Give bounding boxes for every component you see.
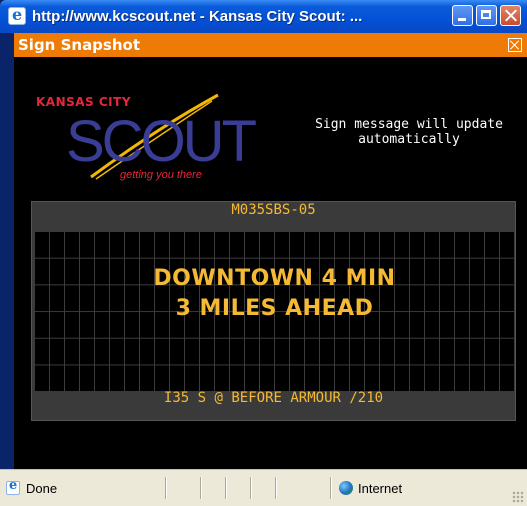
sign-message: DOWNTOWN 4 MIN 3 MILES AHEAD [34, 264, 515, 324]
page-status-icon [6, 478, 20, 495]
panel-header: Sign Snapshot [14, 33, 527, 57]
status-divider [275, 477, 276, 499]
panel-title: Sign Snapshot [18, 36, 141, 54]
status-bar: Done Internet [0, 469, 527, 506]
maximize-button[interactable] [476, 5, 497, 26]
globe-icon [339, 481, 353, 495]
status-divider [330, 477, 331, 499]
title-bar[interactable]: http://www.kcscout.net - Kansas City Sco… [0, 0, 527, 33]
kc-scout-logo: KANSAS CITY SCOUT getting you there [36, 89, 257, 189]
status-divider [165, 477, 166, 499]
sign-message-line1: DOWNTOWN 4 MIN [153, 266, 396, 291]
sign-message-line2: 3 MILES AHEAD [175, 296, 374, 321]
logo-tagline: getting you there [120, 169, 202, 181]
status-text: Done [26, 481, 58, 496]
panel-close-icon[interactable] [508, 38, 522, 52]
security-zone: Internet [358, 481, 403, 496]
page-content: Sign Snapshot KANSAS CITY SCOUT getting … [14, 33, 527, 469]
sign-display: DOWNTOWN 4 MIN 3 MILES AHEAD [34, 231, 515, 391]
sign-id: M035SBS-05 [231, 202, 316, 218]
browser-window: http://www.kcscout.net - Kansas City Sco… [0, 0, 527, 506]
logo-top-text: KANSAS CITY [36, 95, 132, 109]
sign-location: I35 S @ BEFORE ARMOUR /210 [163, 390, 384, 406]
minimize-button[interactable] [452, 5, 473, 26]
close-button[interactable] [500, 5, 521, 26]
window-title: http://www.kcscout.net - Kansas City Sco… [32, 8, 363, 25]
logo-main-text: SCOUT [66, 109, 257, 174]
update-notice-line2: automatically [358, 132, 460, 147]
ie-icon [8, 5, 26, 25]
message-sign: M035SBS-05 DOWNTOWN 4 MIN 3 MILES AHEAD … [31, 201, 516, 421]
status-divider [225, 477, 226, 499]
resize-grip-icon[interactable] [512, 491, 524, 503]
status-divider [200, 477, 201, 499]
update-notice-line1: Sign message will update [315, 117, 503, 132]
status-divider [250, 477, 251, 499]
update-notice: Sign message will update automatically [304, 117, 514, 147]
